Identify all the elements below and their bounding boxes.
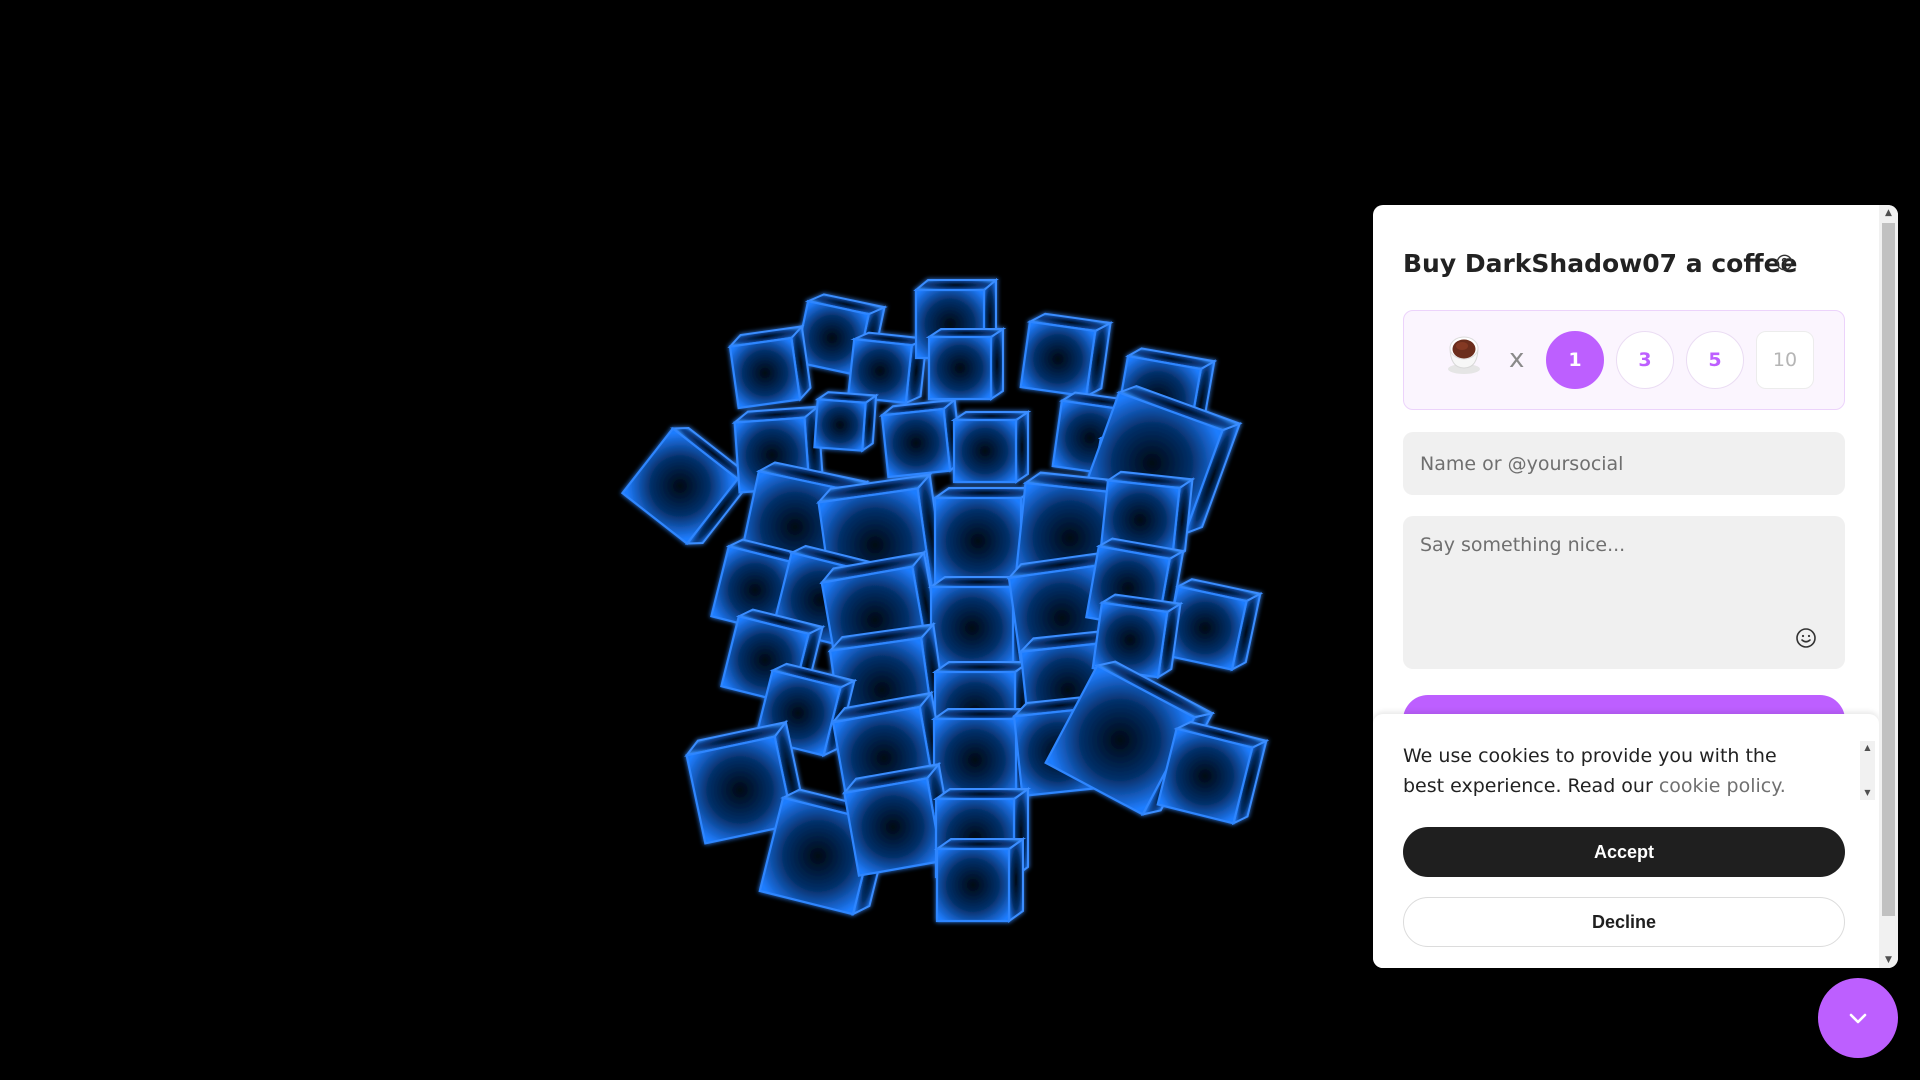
cube-shape [813,391,880,453]
scroll-up-icon[interactable]: ▲ [1879,205,1898,221]
smiley-icon[interactable] [1795,627,1817,649]
cube-shape [1156,720,1270,826]
message-input[interactable] [1403,516,1845,669]
cube-shape [950,410,1032,484]
multiplier-sign: x [1509,344,1525,374]
question-circle-icon[interactable] [1776,254,1793,271]
decline-cookies-button[interactable]: Decline [1403,897,1845,947]
cube-shape [925,327,1007,401]
coffee-quantity-selector: x 1 3 5 10 [1403,310,1845,410]
cookie-policy-link[interactable]: cookie policy. [1659,775,1786,797]
coffee-cup-icon [1448,336,1480,374]
widget-scrollbar[interactable]: ▲ ▼ [1879,205,1898,968]
widget-toggle-button[interactable] [1818,978,1898,1058]
cube-shape [620,426,756,546]
quantity-option-5[interactable]: 5 [1686,331,1744,389]
cube-shape [933,837,1027,923]
name-input[interactable] [1403,432,1845,495]
accept-cookies-button[interactable]: Accept [1403,827,1845,877]
quantity-option-1[interactable]: 1 [1546,331,1604,389]
cookie-scrollbar[interactable]: ▲ ▼ [1860,741,1875,800]
widget-title: Buy DarkShadow07 a coffee [1403,249,1798,278]
cube-shape [727,324,812,410]
scrollbar-thumb[interactable] [1882,223,1895,916]
quantity-option-3[interactable]: 3 [1616,331,1674,389]
chevron-down-icon [1849,1013,1867,1024]
cookie-banner: We use cookies to provide you with the b… [1373,714,1879,968]
scroll-down-icon[interactable]: ▼ [1860,786,1875,800]
cube-shape [1019,312,1114,399]
scroll-up-icon[interactable]: ▲ [1860,741,1875,755]
coffee-widget: Buy DarkShadow07 a coffee x 1 3 5 10 We … [1373,205,1898,968]
cookie-message: We use cookies to provide you with the b… [1403,741,1823,801]
quantity-custom-input[interactable]: 10 [1756,331,1814,389]
scroll-down-icon[interactable]: ▼ [1879,952,1898,968]
cube-shape [878,397,963,479]
